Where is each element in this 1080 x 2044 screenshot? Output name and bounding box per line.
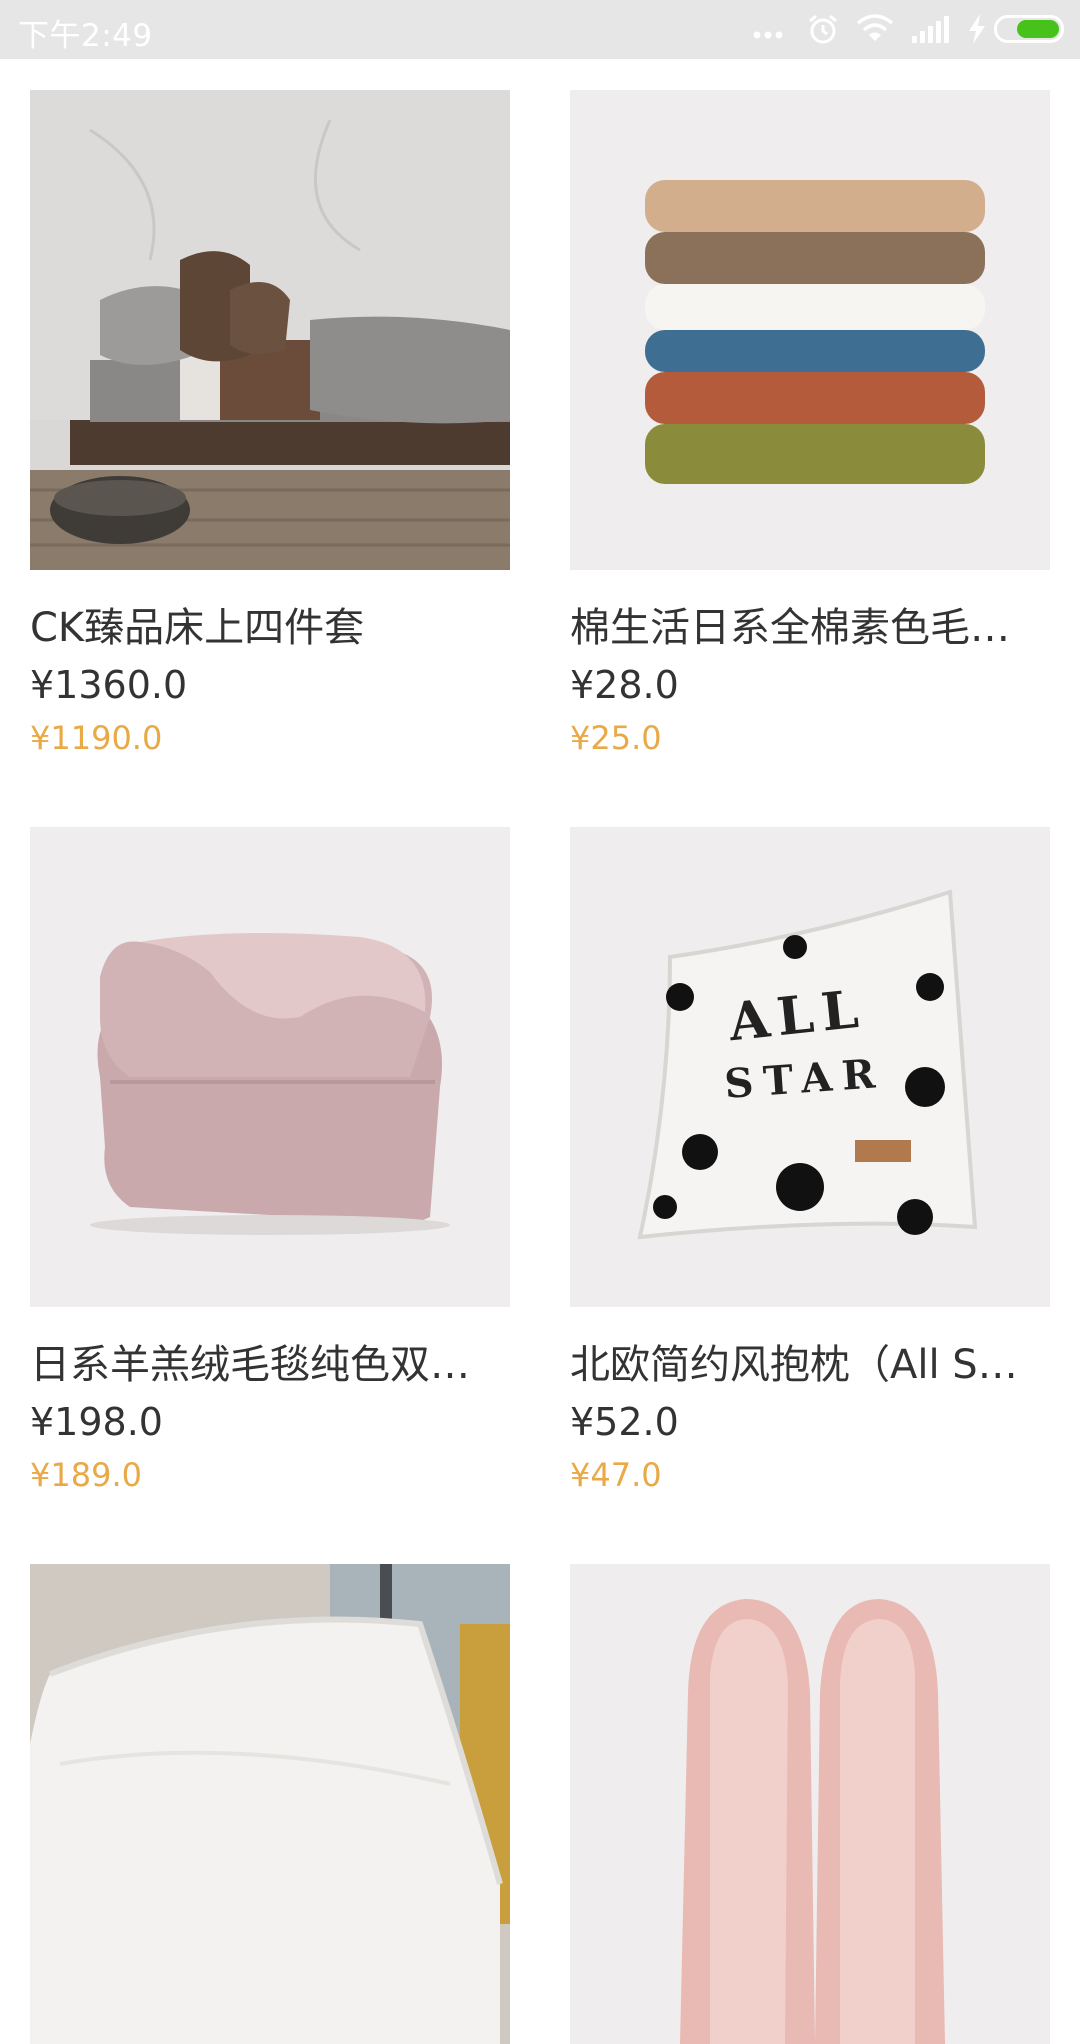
more-dots-icon [753,31,783,39]
product-name[interactable]: 北欧简约风抱枕（All S… [570,1339,1050,1391]
bedding-set-image [30,90,510,570]
status-time: 下午2:49 [18,18,153,54]
product-name[interactable]: CK臻品床上四件套 [30,602,510,654]
polka-dot-pillow-image: ALL STAR [570,827,1050,1307]
product-sale-price: ¥1190.0 [30,719,163,757]
product-price: ¥198.0 [30,1400,163,1444]
battery-icon [994,15,1064,43]
product-name[interactable]: 日系羊羔绒毛毯纯色双… [30,1339,510,1391]
product-image-bedding-set[interactable] [30,90,510,570]
status-bar: 下午2:49 [0,0,1080,59]
product-image-folded-towels[interactable] [570,90,1050,570]
product-image-polka-dot-pillow[interactable]: ALL STAR [570,827,1050,1307]
folded-towels-image [570,90,1050,570]
pink-blanket-image [30,827,510,1307]
pink-slippers-image [570,1564,1050,2044]
product-price: ¥28.0 [570,663,679,707]
product-sale-price: ¥189.0 [30,1456,142,1494]
product-image-pink-blanket[interactable] [30,827,510,1307]
product-image-latex-pillow[interactable] [30,1564,510,2044]
charging-icon [969,14,985,44]
signal-icon [912,16,949,43]
latex-pillow-image [30,1564,510,2044]
product-price: ¥52.0 [570,1400,679,1444]
product-name[interactable]: 棉生活日系全棉素色毛… [570,602,1050,654]
alarm-icon [809,14,837,44]
product-sale-price: ¥25.0 [570,719,662,757]
product-sale-price: ¥47.0 [570,1456,662,1494]
product-price: ¥1360.0 [30,663,188,707]
product-image-pink-slippers[interactable] [570,1564,1050,2044]
wifi-icon [856,14,894,41]
